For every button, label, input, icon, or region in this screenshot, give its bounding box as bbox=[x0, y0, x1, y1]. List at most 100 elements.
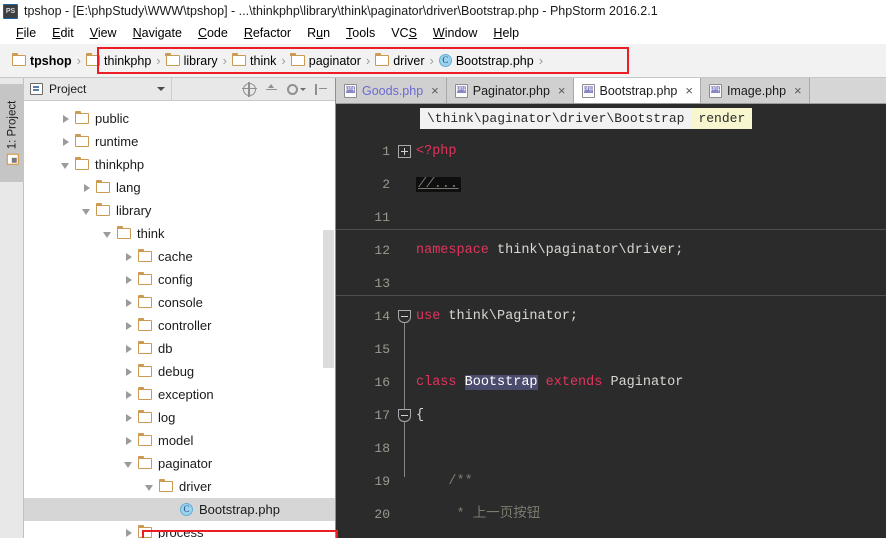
tree-item-library[interactable]: library bbox=[24, 199, 335, 222]
breadcrumb-item-thinkphp[interactable]: thinkphp bbox=[84, 52, 153, 68]
close-icon[interactable]: × bbox=[685, 83, 693, 98]
editor-tab-bar: Goods.php×Paginator.php×Bootstrap.php×Im… bbox=[336, 78, 886, 104]
tree-item-bootstrap-php[interactable]: C Bootstrap.php bbox=[24, 498, 335, 521]
chevron-open-icon[interactable] bbox=[101, 227, 114, 240]
folder-icon bbox=[137, 248, 152, 262]
menu-item-window[interactable]: Window bbox=[425, 25, 485, 41]
breadcrumb-item-bootstrap-php[interactable]: C Bootstrap.php bbox=[437, 54, 536, 68]
tree-item-log[interactable]: log bbox=[24, 406, 335, 429]
fold-collapse-icon[interactable] bbox=[398, 409, 411, 422]
gear-icon[interactable] bbox=[287, 83, 306, 95]
editor-tab-goods-php[interactable]: Goods.php × bbox=[336, 78, 447, 103]
chevron-closed-icon[interactable] bbox=[122, 411, 135, 424]
chevron-closed-icon[interactable] bbox=[122, 296, 135, 309]
chevron-open-icon[interactable] bbox=[143, 480, 156, 493]
tree-item-db[interactable]: db bbox=[24, 337, 335, 360]
breadcrumb-item-library[interactable]: library bbox=[164, 52, 220, 68]
fold-collapse-icon[interactable] bbox=[398, 310, 411, 323]
menu-item-help[interactable]: Help bbox=[485, 25, 527, 41]
project-folder-icon bbox=[6, 153, 19, 165]
menu-item-vcs[interactable]: VCS bbox=[383, 25, 425, 41]
chevron-closed-icon[interactable] bbox=[122, 319, 135, 332]
folder-icon bbox=[74, 133, 89, 147]
code-editor[interactable]: 12111213141516171819202122 <?php//... na… bbox=[336, 132, 886, 538]
menu-item-file[interactable]: File bbox=[8, 25, 44, 41]
project-tree-scrollbar[interactable] bbox=[323, 230, 334, 368]
menu-item-navigate[interactable]: Navigate bbox=[125, 25, 190, 41]
breadcrumb-member[interactable]: render bbox=[691, 107, 753, 129]
tree-item-paginator[interactable]: paginator bbox=[24, 452, 335, 475]
collapse-all-icon[interactable] bbox=[265, 83, 278, 96]
chevron-closed-icon[interactable] bbox=[59, 112, 72, 125]
folder-icon bbox=[116, 225, 131, 239]
line-number: 12 bbox=[374, 243, 390, 258]
tree-item-cache[interactable]: cache bbox=[24, 245, 335, 268]
tree-item-lang[interactable]: lang bbox=[24, 176, 335, 199]
tree-item-driver[interactable]: driver bbox=[24, 475, 335, 498]
editor-tab-image-php[interactable]: Image.php × bbox=[700, 78, 810, 103]
breadcrumb-separator-icon: › bbox=[538, 53, 544, 68]
locate-icon[interactable] bbox=[242, 81, 257, 97]
editor-tab-paginator-php[interactable]: Paginator.php × bbox=[446, 78, 574, 103]
menu-item-refactor[interactable]: Refactor bbox=[236, 25, 299, 41]
php-class-icon: C bbox=[438, 54, 452, 67]
left-tool-window-strip: 1: Project bbox=[0, 78, 24, 538]
chevron-closed-icon[interactable] bbox=[122, 526, 135, 538]
chevron-down-icon[interactable] bbox=[157, 87, 165, 91]
project-view-selector[interactable]: Project bbox=[24, 77, 172, 101]
chevron-open-icon[interactable] bbox=[80, 204, 93, 217]
menu-item-code[interactable]: Code bbox=[190, 25, 236, 41]
chevron-closed-icon[interactable] bbox=[59, 135, 72, 148]
menu-item-view[interactable]: View bbox=[82, 25, 125, 41]
chevron-closed-icon[interactable] bbox=[122, 250, 135, 263]
code-text[interactable]: <?php //... namespace think\paginator\dri… bbox=[412, 132, 886, 538]
chevron-closed-icon[interactable] bbox=[122, 273, 135, 286]
chevron-closed-icon[interactable] bbox=[122, 342, 135, 355]
tree-item-thinkphp[interactable]: thinkphp bbox=[24, 153, 335, 176]
tree-item-console[interactable]: console bbox=[24, 291, 335, 314]
breadcrumb-class-path[interactable]: \think\paginator\driver\Bootstrap bbox=[420, 107, 692, 129]
breadcrumb-item-think[interactable]: think bbox=[230, 52, 278, 68]
tree-item-controller[interactable]: controller bbox=[24, 314, 335, 337]
menu-item-tools[interactable]: Tools bbox=[338, 25, 383, 41]
tree-item-label: controller bbox=[158, 318, 212, 333]
code-folding-gutter[interactable] bbox=[398, 132, 412, 538]
navigation-breadcrumb-bar: tpshop › thinkphp › library › think › paginator ›… bbox=[0, 44, 886, 78]
close-icon[interactable]: × bbox=[794, 83, 802, 98]
editor-tab-label: Goods.php bbox=[362, 83, 424, 98]
chevron-closed-icon[interactable] bbox=[80, 181, 93, 194]
chevron-open-icon[interactable] bbox=[122, 457, 135, 470]
chevron-closed-icon[interactable] bbox=[122, 388, 135, 401]
tree-item-model[interactable]: model bbox=[24, 429, 335, 452]
editor-tab-bootstrap-php[interactable]: Bootstrap.php × bbox=[573, 78, 701, 103]
tool-tab-project-label: 1: Project bbox=[6, 100, 19, 150]
line-number: 20 bbox=[374, 507, 390, 522]
chevron-open-icon[interactable] bbox=[59, 158, 72, 171]
tool-tab-project[interactable]: 1: Project bbox=[0, 84, 24, 182]
fold-expand-icon[interactable] bbox=[398, 145, 411, 158]
menu-item-run[interactable]: Run bbox=[299, 25, 338, 41]
breadcrumb-item-paginator[interactable]: paginator bbox=[289, 52, 363, 68]
php-file-icon bbox=[708, 83, 722, 98]
breadcrumb-item-driver[interactable]: driver bbox=[373, 52, 426, 68]
tree-item-exception[interactable]: exception bbox=[24, 383, 335, 406]
close-icon[interactable]: × bbox=[431, 83, 439, 98]
hide-panel-icon[interactable] bbox=[315, 83, 328, 96]
close-icon[interactable]: × bbox=[558, 83, 566, 98]
tree-item-think[interactable]: think bbox=[24, 222, 335, 245]
tree-item-public[interactable]: public bbox=[24, 107, 335, 130]
breadcrumb-item-tpshop[interactable]: tpshop bbox=[10, 52, 74, 68]
tree-item-label: Bootstrap.php bbox=[199, 502, 280, 517]
tree-item-debug[interactable]: debug bbox=[24, 360, 335, 383]
breadcrumb-separator-icon: › bbox=[429, 53, 434, 68]
breadcrumb-separator-icon: › bbox=[222, 53, 228, 68]
tree-item-runtime[interactable]: runtime bbox=[24, 130, 335, 153]
chevron-closed-icon[interactable] bbox=[122, 434, 135, 447]
chevron-closed-icon[interactable] bbox=[122, 365, 135, 378]
tree-item-config[interactable]: config bbox=[24, 268, 335, 291]
menu-item-edit[interactable]: Edit bbox=[44, 25, 82, 41]
breadcrumb-label: Bootstrap.php bbox=[455, 53, 534, 68]
tree-item-process[interactable]: process bbox=[24, 521, 335, 538]
